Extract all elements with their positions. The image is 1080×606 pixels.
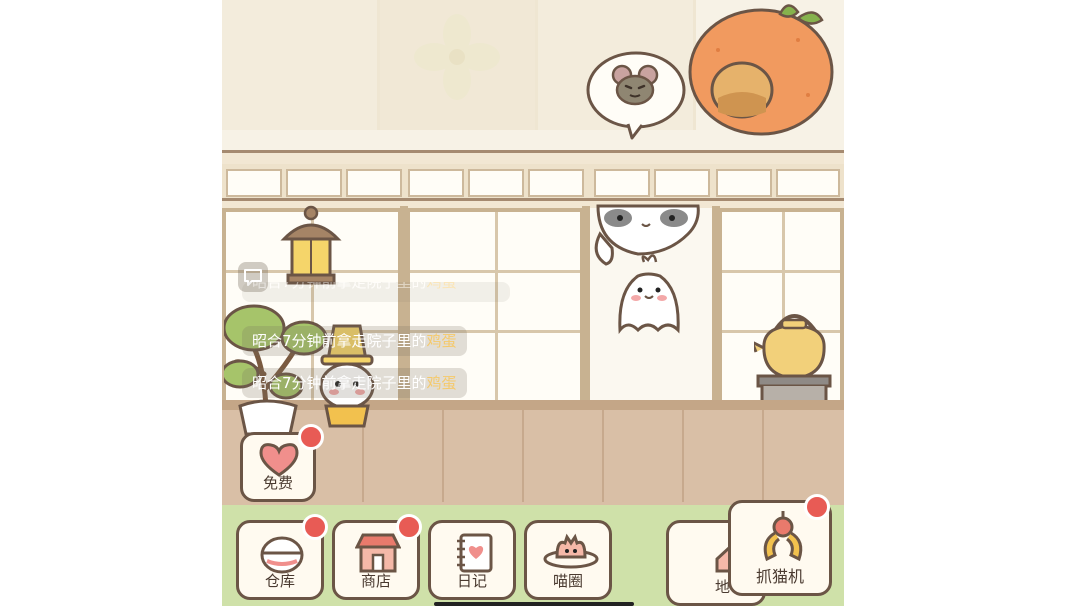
lantern bbox=[280, 205, 342, 285]
transom-window bbox=[226, 169, 282, 197]
transom-window bbox=[408, 169, 464, 197]
hanging-cats[interactable] bbox=[588, 204, 708, 334]
wood-post bbox=[712, 206, 720, 406]
cat-planet-icon bbox=[543, 533, 599, 569]
home-indicator bbox=[434, 602, 634, 606]
claw-machine-label: 抓猫机 bbox=[755, 567, 804, 586]
notification-badge bbox=[302, 514, 328, 540]
shop-icon bbox=[355, 533, 401, 573]
chat-text: 昭合7分钟前拿走院子里的 bbox=[252, 332, 427, 350]
chat-highlight: 鸡蛋 bbox=[426, 332, 457, 350]
notification-badge bbox=[298, 424, 324, 450]
chat-message: 昭合7分钟前拿走院子里的鸡蛋 bbox=[242, 326, 467, 356]
chat-highlight: 鸡蛋 bbox=[426, 374, 457, 392]
storage-label: 仓库 bbox=[264, 572, 295, 590]
game-scene[interactable]: 昭合7分钟前拿走院子里的鸡蛋 昭合7分钟前拿走院子里的鸡蛋 昭合7分钟前拿走院子… bbox=[222, 0, 844, 606]
chat-message-faded: 昭合7分钟前拿走院子里的鸡蛋 bbox=[242, 282, 510, 302]
tangerine-house[interactable] bbox=[688, 0, 838, 136]
free-label: 免费 bbox=[262, 474, 293, 492]
notebook-icon bbox=[457, 533, 493, 573]
transom-window bbox=[468, 169, 524, 197]
cat-circle-button[interactable]: 喵圈 bbox=[524, 520, 612, 600]
transom-window bbox=[346, 169, 402, 197]
diary-button[interactable]: 日记 bbox=[428, 520, 516, 600]
transom-window bbox=[716, 169, 772, 197]
wall-panel bbox=[222, 0, 380, 130]
notification-badge bbox=[396, 514, 422, 540]
shop-label: 商店 bbox=[360, 572, 391, 590]
thought-bubble bbox=[586, 51, 686, 140]
transom-window bbox=[594, 169, 650, 197]
transom-window bbox=[528, 169, 584, 197]
transom-window bbox=[654, 169, 710, 197]
flower-decoration bbox=[414, 14, 500, 100]
chat-message: 昭合7分钟前拿走院子里的鸡蛋 bbox=[242, 368, 467, 398]
diary-label: 日记 bbox=[456, 572, 487, 590]
transom-window bbox=[776, 169, 840, 197]
basket-icon bbox=[260, 536, 304, 574]
claw-icon bbox=[763, 511, 803, 562]
cat-circle-label: 喵圈 bbox=[552, 572, 583, 590]
chat-text: 昭合7分钟前拿走院子里的 bbox=[252, 374, 427, 392]
notification-badge bbox=[804, 494, 830, 520]
transom-window bbox=[286, 169, 342, 197]
